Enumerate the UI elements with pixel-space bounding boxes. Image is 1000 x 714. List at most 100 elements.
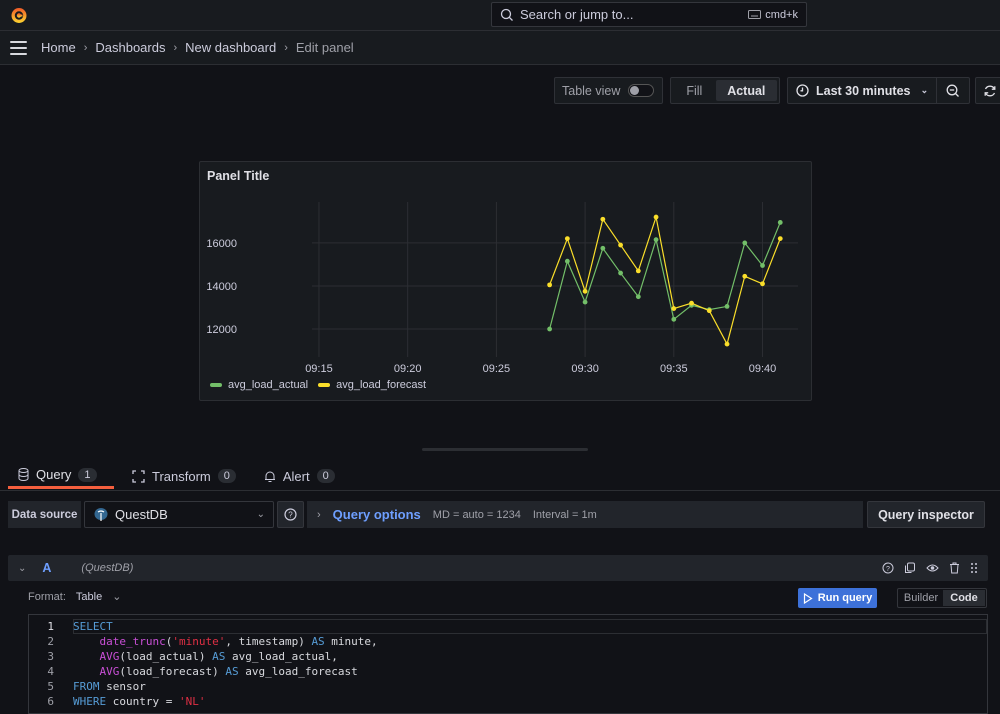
legend-label: avg_load_actual — [228, 379, 309, 391]
tab-label: Alert — [282, 468, 310, 484]
editor-tabs: Query 1 Transform 0 Alert 0 — [0, 463, 1000, 491]
legend-item-actual[interactable]: avg_load_actual — [210, 379, 308, 391]
table-view-toggle[interactable]: Table view — [554, 77, 663, 104]
run-query-button[interactable]: Run query — [798, 588, 877, 608]
chevron-right-icon: › — [83, 41, 88, 54]
chevron-right-icon: › — [173, 41, 178, 54]
chevron-down-icon: ⌄ — [112, 591, 122, 603]
query-options-label[interactable]: Query options — [333, 507, 421, 522]
query-ref-id[interactable]: A — [42, 561, 51, 575]
duplicate-icon[interactable] — [904, 562, 916, 574]
breadcrumb-dashboards[interactable]: Dashboards — [95, 40, 165, 55]
search-input[interactable]: Search or jump to... cmd+k — [491, 2, 807, 27]
nav-bar: Home › Dashboards › New dashboard › Edit… — [0, 31, 1000, 65]
collapse-chevron-icon[interactable]: ⌄ — [18, 563, 26, 574]
data-point-avg_load_forecast — [635, 268, 641, 274]
x-tick-label: 09:35 — [660, 363, 688, 375]
fill-button[interactable]: Fill — [673, 80, 716, 101]
code-line[interactable]: 2 date_trunc('minute', timestamp) AS min… — [29, 634, 987, 649]
data-point-avg_load_actual — [653, 237, 659, 243]
help-icon[interactable]: ? — [882, 562, 894, 574]
code-line[interactable]: 5 FROM sensor — [29, 679, 987, 694]
code-line[interactable]: 6 WHERE country = 'NL' — [29, 694, 987, 709]
data-point-avg_load_actual — [582, 299, 588, 305]
data-source-select[interactable]: QuestDB ⌄ — [84, 501, 274, 528]
breadcrumb: Home › Dashboards › New dashboard › Edit… — [41, 40, 354, 55]
zoom-out-button[interactable] — [937, 78, 969, 103]
line-number: 6 — [47, 695, 54, 708]
data-point-avg_load_forecast — [724, 341, 730, 347]
code-mode-button[interactable]: Code — [943, 590, 985, 606]
breadcrumb-new-dashboard[interactable]: New dashboard — [185, 40, 276, 55]
data-point-avg_load_forecast — [742, 273, 748, 279]
data-point-avg_load_actual — [671, 316, 677, 322]
tab-label: Transform — [152, 468, 211, 484]
chevron-right-icon: › — [284, 41, 288, 54]
editor-mode-switch: Builder Code — [897, 588, 987, 608]
code-text: SELECT — [73, 620, 113, 633]
code-line[interactable]: 4 AVG(load_forecast) AS avg_load_forecas… — [29, 664, 987, 679]
legend: avg_load_actual avg_load_forecast — [210, 379, 426, 391]
data-point-avg_load_forecast — [777, 236, 783, 241]
panel[interactable]: Panel Title 12000 14000 16000 09:15 09:20 09:… — [199, 161, 812, 401]
max-data-points: MD = auto = 1234 — [432, 508, 521, 521]
builder-mode-button[interactable]: Builder — [899, 592, 943, 604]
table-view-label: Table view — [562, 83, 621, 98]
data-point-avg_load_forecast — [706, 308, 712, 314]
toggle-switch[interactable] — [628, 84, 655, 97]
database-icon — [18, 468, 29, 481]
data-point-avg_load_actual — [635, 294, 641, 300]
resize-handle[interactable] — [422, 448, 588, 451]
data-point-avg_load_actual — [600, 245, 606, 251]
svg-text:?: ? — [288, 511, 293, 520]
data-point-avg_load_forecast — [547, 282, 553, 288]
line-number: 2 — [47, 635, 54, 648]
query-options[interactable]: › Query options MD = auto = 1234 Interva… — [307, 501, 863, 528]
legend-item-forecast[interactable]: avg_load_forecast — [318, 379, 426, 391]
zoom-out-icon — [946, 84, 960, 97]
breadcrumb-home[interactable]: Home — [41, 40, 76, 55]
time-range-button[interactable]: Last 30 minutes ⌄ — [788, 78, 938, 103]
format-value: Table — [75, 590, 103, 603]
code-text: date_trunc('minute', timestamp) AS minut… — [99, 635, 378, 648]
x-tick-label: 09:30 — [571, 363, 599, 375]
top-bar: Search or jump to... cmd+k — [0, 0, 1000, 31]
code-line[interactable]: 1 SELECT — [29, 619, 987, 634]
refresh-button[interactable] — [975, 77, 1000, 104]
data-point-avg_load_forecast — [564, 236, 570, 241]
code-text: WHERE country = 'NL' — [73, 695, 206, 708]
tab-query[interactable]: Query 1 — [8, 463, 114, 489]
line-number: 3 — [47, 650, 54, 663]
bell-icon — [264, 471, 275, 482]
query-row-actions: ? — [882, 562, 978, 574]
interval: Interval = 1m — [532, 508, 597, 521]
line-number: 1 — [47, 620, 54, 633]
line-number: 4 — [47, 665, 54, 678]
grafana-logo-icon[interactable] — [9, 5, 29, 25]
tab-transform[interactable]: Transform 0 — [122, 463, 246, 489]
trash-icon[interactable] — [949, 562, 960, 574]
drag-handle-icon[interactable] — [970, 562, 978, 574]
data-point-avg_load_forecast — [582, 288, 588, 294]
data-point-avg_load_actual — [760, 263, 765, 268]
tab-count-badge: 0 — [217, 469, 236, 483]
tab-alert[interactable]: Alert 0 — [254, 463, 345, 489]
y-tick-label: 12000 — [206, 324, 237, 336]
data-point-avg_load_forecast — [671, 306, 677, 311]
chevron-down-icon: ⌄ — [256, 509, 265, 520]
query-inspector-button[interactable]: Query inspector — [867, 501, 985, 528]
actual-button[interactable]: Actual — [715, 80, 777, 101]
data-source-help-button[interactable]: ? — [277, 501, 304, 528]
code-line[interactable]: 3 AVG(load_actual) AS avg_load_actual, — [29, 649, 987, 664]
data-point-avg_load_forecast — [653, 214, 659, 220]
chevron-right-icon: › — [317, 508, 321, 521]
sql-code-editor[interactable]: 1 SELECT 2 date_trunc('minute', timestamp)… — [28, 614, 988, 714]
tab-count-badge: 0 — [316, 469, 335, 483]
eye-icon[interactable] — [926, 562, 939, 574]
format-select[interactable]: Format: Table ⌄ — [28, 590, 122, 604]
data-point-avg_load_actual — [547, 326, 553, 332]
chevron-down-icon: ⌄ — [920, 85, 929, 95]
postgres-elephant-icon — [94, 507, 108, 521]
help-icon: ? — [284, 508, 297, 521]
menu-icon[interactable] — [10, 40, 27, 55]
